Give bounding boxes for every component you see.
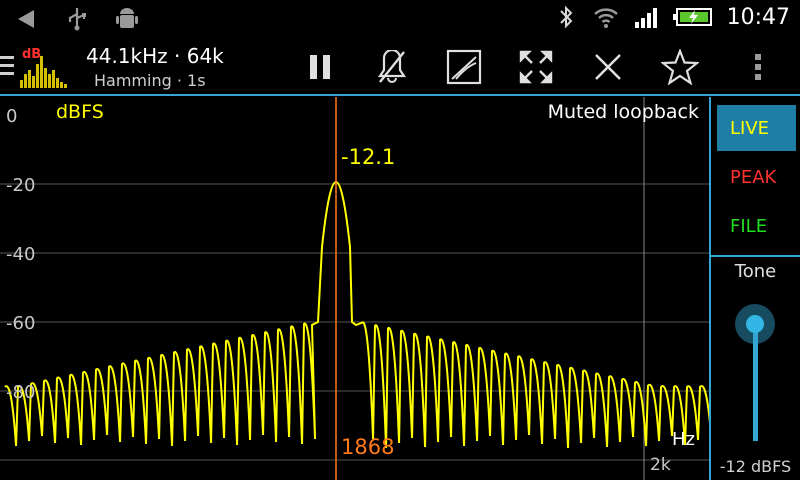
- nav-drawer-icon[interactable]: [0, 56, 14, 78]
- y-tick-label: 0: [6, 106, 18, 127]
- battery-icon: [672, 8, 712, 26]
- mute-icon: [377, 50, 407, 83]
- y-tick-label: -80: [6, 382, 36, 403]
- scale-button[interactable]: [442, 46, 486, 88]
- x-unit-label: Hz: [672, 429, 695, 450]
- pause-icon: [310, 55, 330, 79]
- y-tick-label: -40: [6, 244, 36, 265]
- usb-icon: [68, 8, 86, 31]
- star-icon: [661, 49, 699, 85]
- spectrum-trace: [4, 181, 709, 449]
- side-panel: LIVE PEAK FILE Tone -12 dBFS: [709, 97, 800, 480]
- back-arrow-icon: [18, 10, 34, 28]
- window-subtitle: Hamming · 1s: [94, 71, 206, 90]
- y-tick-label: -20: [6, 175, 36, 196]
- tone-value: -12 dBFS: [719, 457, 792, 476]
- android-debug-icon: [116, 8, 138, 28]
- favorite-button[interactable]: [658, 46, 702, 88]
- live-mode-button[interactable]: LIVE: [717, 105, 796, 151]
- y-unit-label: dBFS: [56, 101, 104, 123]
- action-bar: dB 44.1kHz · 64k Hamming · 1s: [0, 38, 800, 96]
- y-tick-label: -60: [6, 313, 36, 334]
- clock-time: 10:47: [726, 4, 790, 30]
- fullscreen-icon: [519, 50, 553, 84]
- peak-value-label: -12.1: [341, 145, 396, 169]
- bluetooth-icon: [559, 5, 573, 29]
- close-icon: [595, 54, 621, 80]
- tone-label: Tone: [734, 261, 777, 282]
- close-button[interactable]: [586, 46, 630, 88]
- cursor-frequency-label: 1868: [341, 435, 395, 459]
- source-label: Muted loopback: [547, 101, 699, 123]
- signal-icon: [634, 8, 657, 28]
- status-bar: 10:47: [0, 0, 800, 38]
- pause-button[interactable]: [298, 46, 342, 88]
- x-tick-label: 2k: [650, 455, 671, 475]
- overflow-menu-icon: [755, 54, 761, 80]
- file-mode-button[interactable]: FILE: [717, 203, 796, 249]
- wifi-icon: [593, 8, 618, 28]
- mute-button[interactable]: [370, 46, 414, 88]
- app-logo-icon[interactable]: dB: [16, 44, 72, 90]
- sample-rate-title: 44.1kHz · 64k: [86, 44, 224, 68]
- svg-text:dB: dB: [22, 47, 41, 62]
- divider: [711, 255, 800, 257]
- scale-icon: [446, 49, 482, 85]
- spectrum-plot[interactable]: dBFS Muted loopback 0 -20 -40 -60 -80 -1…: [0, 97, 709, 480]
- overflow-menu-button[interactable]: [736, 46, 780, 88]
- peak-mode-button[interactable]: PEAK: [717, 154, 796, 200]
- fullscreen-button[interactable]: [514, 46, 558, 88]
- tone-slider-knob[interactable]: [735, 304, 775, 344]
